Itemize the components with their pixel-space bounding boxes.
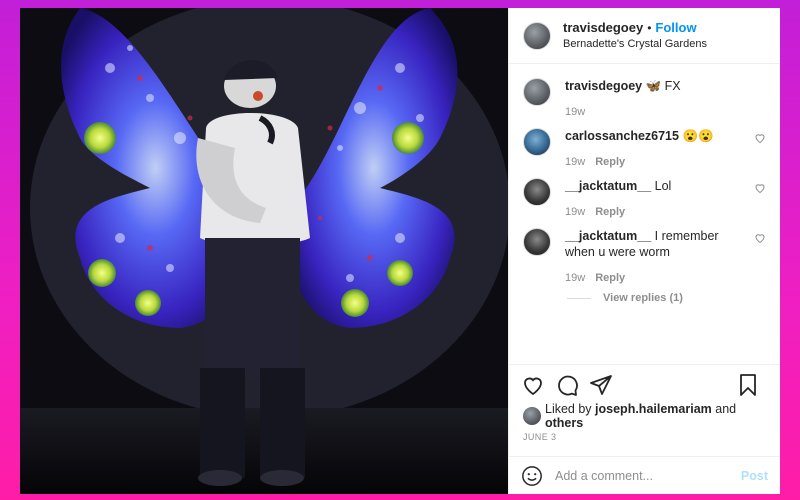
post-modal: travisdegoey • Follow Bernadette's Crystal… (20, 8, 780, 494)
reply-button[interactable]: Reply (595, 272, 625, 284)
location-link[interactable]: Bernadette's Crystal Gardens (563, 36, 707, 52)
replies-divider (567, 297, 591, 299)
avatar-jack[interactable] (523, 228, 551, 256)
post-header: travisdegoey • Follow Bernadette's Crystal… (509, 8, 780, 64)
post-date[interactable]: JUNE 3 (509, 428, 780, 456)
comment-icon[interactable] (555, 373, 579, 397)
comment-item: __jacktatum__ I remember when u were wor… (523, 228, 766, 284)
likes-and: and (715, 402, 737, 416)
comment-text: Lol (654, 179, 672, 193)
comment-time[interactable]: 19w (565, 156, 585, 168)
likes-summary: Liked by joseph.hailemariam and others (509, 402, 780, 430)
share-icon[interactable] (589, 373, 613, 397)
post-actions (509, 364, 780, 404)
comment-item: carlossanchez6715 😮😮 19w Reply (523, 128, 766, 168)
heart-icon[interactable] (754, 182, 766, 194)
follow-button[interactable]: Follow (655, 20, 696, 35)
heart-icon[interactable] (754, 132, 766, 144)
avatar-jack[interactable] (523, 178, 551, 206)
reply-button[interactable]: Reply (595, 206, 625, 218)
author-avatar[interactable] (523, 21, 551, 50)
liker-avatar[interactable] (523, 407, 541, 425)
reply-button[interactable]: Reply (595, 156, 625, 168)
comment-time[interactable]: 19w (565, 106, 585, 118)
post-photo[interactable] (20, 8, 508, 494)
liker-username[interactable]: joseph.hailemariam (595, 402, 712, 416)
post-sidebar: travisdegoey • Follow Bernadette's Crystal… (508, 8, 780, 494)
comment-username[interactable]: travisdegoey (565, 79, 642, 93)
butterfly-mural-image (20, 8, 508, 494)
view-replies-button[interactable]: View replies (1) (567, 292, 766, 304)
comment-time[interactable]: 19w (565, 206, 585, 218)
post-comment-button[interactable]: Post (741, 469, 768, 483)
likes-prefix: Liked by (545, 402, 592, 416)
comment-username[interactable]: __jacktatum__ (565, 229, 651, 243)
author-username[interactable]: travisdegoey (563, 20, 643, 35)
comment-username[interactable]: __jacktatum__ (565, 179, 651, 193)
heart-icon[interactable] (521, 373, 545, 397)
caption-comment: travisdegoey 🦋 FX 19w (523, 78, 766, 118)
comment-time[interactable]: 19w (565, 272, 585, 284)
view-replies-label: View replies (1) (603, 292, 683, 304)
add-comment-bar: Post (509, 456, 780, 494)
comments-list[interactable]: travisdegoey 🦋 FX 19w carlossanchez6715 … (509, 64, 780, 364)
heart-icon[interactable] (754, 232, 766, 244)
comment-input[interactable] (555, 468, 741, 483)
comment-text: 😮😮 (682, 129, 714, 143)
comment-text: 🦋 FX (645, 79, 681, 93)
bookmark-icon[interactable] (736, 373, 760, 397)
comment-item: __jacktatum__ Lol 19w Reply (523, 178, 766, 218)
avatar-travisdegoey[interactable] (523, 78, 551, 106)
comment-username[interactable]: carlossanchez6715 (565, 129, 679, 143)
avatar-carlos[interactable] (523, 128, 551, 156)
emoji-icon[interactable] (521, 465, 543, 487)
separator-dot: • (647, 20, 652, 35)
